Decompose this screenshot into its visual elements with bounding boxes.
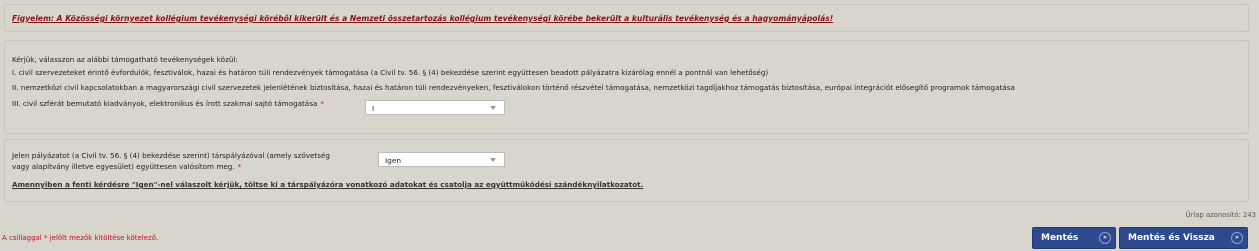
required-fields-note: A csillaggal * jelölt mezők kitöltése kö… [2, 234, 159, 242]
activity-option-3-label: III. civil szférát bemutató kiadványok, … [12, 99, 318, 108]
partner-question-line1: Jelen pályázatot (a Civil tv. 56. § (4) … [12, 151, 330, 160]
notice-text: Figyelem: A Közösségi környezet kollégiu… [12, 14, 834, 23]
activity-option-1: I. civil szervezeteket érintő évfordulók… [12, 68, 769, 77]
required-asterisk: * [237, 162, 242, 171]
activity-option-3: III. civil szférát bemutató kiadványok, … [12, 99, 324, 108]
partner-panel: Jelen pályázatot (a Civil tv. 56. § (4) … [4, 139, 1249, 202]
partner-note: Amennyiben a fenti kérdésre "Igen"-nel v… [12, 180, 644, 189]
activity-select[interactable]: I [365, 100, 505, 115]
required-asterisk: * [320, 99, 324, 108]
save-and-back-button-label: Mentés és Vissza [1128, 233, 1215, 243]
partner-select-value: Igen [385, 156, 402, 165]
arrow-right-icon: ➤ [1099, 232, 1111, 244]
arrow-right-icon: ➤ [1231, 232, 1243, 244]
save-button-label: Mentés [1041, 233, 1079, 243]
partner-question-line2: vagy alapítvány illetve egyesület) együt… [12, 162, 241, 171]
save-button[interactable]: Mentés ➤ [1032, 227, 1116, 249]
form-id: Űrlap azonosító: 243 [1185, 211, 1256, 219]
partner-select[interactable]: Igen [378, 152, 505, 167]
save-and-back-button[interactable]: Mentés és Vissza ➤ [1119, 227, 1248, 249]
notice-panel: Figyelem: A Közösségi környezet kollégiu… [4, 4, 1249, 32]
chevron-down-icon [490, 158, 496, 162]
activity-panel: Kérjük, válasszon az alábbi támogatható … [4, 40, 1249, 134]
activity-select-value: I [372, 104, 375, 113]
activity-option-2: II. nemzetközi civil kapcsolatokban a ma… [12, 83, 1015, 92]
partner-question-line2-text: vagy alapítvány illetve egyesület) együt… [12, 162, 235, 171]
activity-intro: Kérjük, válasszon az alábbi támogatható … [12, 55, 238, 64]
chevron-down-icon [490, 106, 496, 110]
